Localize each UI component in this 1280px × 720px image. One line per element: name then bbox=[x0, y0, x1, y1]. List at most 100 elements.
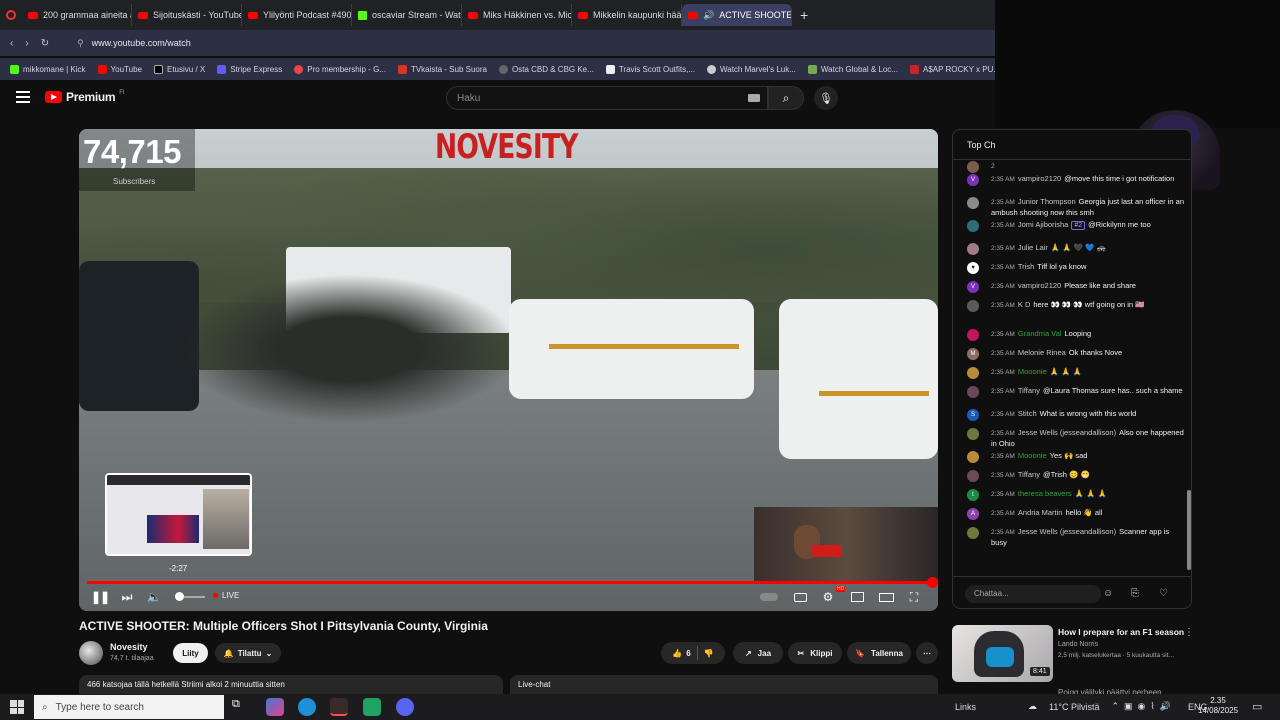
chat-header[interactable]: Top Ch bbox=[953, 130, 1191, 160]
chat-scrollbar[interactable] bbox=[1187, 490, 1191, 570]
bookmark-item[interactable]: Stripe Express bbox=[217, 64, 282, 74]
chat-avatar[interactable]: V bbox=[967, 281, 979, 293]
more-actions-button[interactable]: ⋯ bbox=[916, 642, 938, 664]
video-player[interactable]: 74,715 Subscribers NOVESITY -2:27 ❚❚ ⏭ 🔈… bbox=[79, 129, 938, 611]
chat-avatar[interactable]: V bbox=[967, 174, 979, 186]
subtitles-button[interactable] bbox=[793, 590, 807, 604]
weather-icon[interactable]: ☁ bbox=[1028, 701, 1037, 712]
search-input[interactable]: Haku bbox=[446, 86, 768, 110]
save-button[interactable]: 🔖 Tallenna bbox=[847, 642, 911, 664]
chat-message[interactable]: ♥ 2:35 AM Trish Tiff lol ya know bbox=[953, 262, 1185, 274]
bookmark-item[interactable]: A$AP ROCKY x PU... bbox=[909, 64, 995, 74]
bookmark-item[interactable]: YouTube bbox=[97, 64, 142, 74]
chat-author[interactable]: Andria Martin bbox=[1018, 508, 1063, 517]
description-box[interactable]: 466 katsojaa tällä hetkellä Striimi alko… bbox=[79, 675, 503, 695]
chat-author[interactable]: Mooonie bbox=[1018, 451, 1047, 460]
pause-button[interactable]: ❚❚ bbox=[91, 590, 110, 604]
browser-tab[interactable]: Miks Häkkinen vs. Michae bbox=[462, 4, 572, 26]
chat-message[interactable]: M 2:35 AM Melonie Rinea Ok thanks Nove bbox=[953, 348, 1185, 360]
chat-avatar[interactable] bbox=[967, 161, 979, 173]
chat-author[interactable]: Stitch bbox=[1018, 409, 1037, 418]
chat-message[interactable]: 2:35 AM Julie Lair 🙏 🙏 🖤 💙 🚓 bbox=[953, 243, 1185, 255]
chat-avatar[interactable]: t bbox=[967, 489, 979, 501]
chat-avatar[interactable] bbox=[967, 220, 979, 232]
back-icon[interactable]: ‹ bbox=[10, 38, 13, 49]
recommendation-channel[interactable]: Lando Norris bbox=[1058, 641, 1098, 648]
reload-icon[interactable]: ↻ bbox=[41, 38, 49, 49]
chat-author[interactable]: Tiffany bbox=[1018, 386, 1040, 395]
chat-message[interactable]: 2:35 AM Jesse Wells (jesseandallison) Also… bbox=[953, 428, 1185, 449]
chat-message[interactable]: 2:35 AM K Dhere 👀 👀 👀 wtf going on in 🇺🇸 bbox=[953, 300, 1185, 312]
chat-author[interactable]: Julie Lair bbox=[1018, 243, 1048, 252]
next-button[interactable]: ⏭ bbox=[120, 590, 134, 604]
volume-slider-thumb[interactable] bbox=[175, 592, 184, 601]
browser-tab[interactable]: oscaviar Stream - Watch L bbox=[352, 4, 462, 26]
settings-button[interactable]: ⚙ bbox=[821, 590, 835, 604]
chat-author[interactable]: Jesse Wells (jesseandallison) bbox=[1018, 527, 1116, 536]
browser-tab[interactable]: Ylilyönti Podcast #490 – Ul bbox=[242, 4, 352, 26]
share-button[interactable]: ↗ Jaa bbox=[733, 642, 783, 664]
chat-avatar[interactable] bbox=[967, 428, 979, 440]
taskbar-search-input[interactable]: ⌕ Type here to search bbox=[34, 695, 224, 719]
progress-bar[interactable] bbox=[87, 581, 931, 584]
windows-start-icon[interactable] bbox=[10, 700, 24, 714]
chat-message[interactable]: 2:35 AM Jomi Ajiborisha #2 @Rickilynn me to… bbox=[953, 220, 1185, 232]
browser-tab[interactable]: 200 grammaa aineita auto bbox=[22, 4, 132, 26]
copilot-icon[interactable] bbox=[266, 698, 284, 716]
live-indicator[interactable]: LIVE bbox=[213, 591, 239, 600]
chat-avatar[interactable] bbox=[967, 451, 979, 463]
mute-button[interactable]: 🔈 bbox=[147, 590, 162, 604]
keyboard-icon[interactable] bbox=[748, 94, 760, 102]
forward-icon[interactable]: › bbox=[25, 38, 28, 49]
bookmark-item[interactable]: Travis Scott Outfits,... bbox=[605, 64, 695, 74]
channel-avatar[interactable] bbox=[79, 641, 103, 665]
search-button[interactable]: ⌕ bbox=[768, 86, 804, 110]
recommendation-title[interactable]: How I prepare for an F1 season bbox=[1058, 627, 1184, 637]
chat-message[interactable]: 2:35 AM Mooonie Yes 🙌 sad bbox=[953, 451, 1185, 463]
chat-message[interactable]: A 2:35 AM Andria Martin hello 👋 all bbox=[953, 508, 1185, 520]
chat-message[interactable]: S 2:35 AM Stitch What is wrong with this wo… bbox=[953, 409, 1185, 421]
chat-message[interactable]: 2:35 AM Junior Thompson Georgia just last … bbox=[953, 197, 1185, 218]
chat-author[interactable]: Melonie Rinea bbox=[1018, 348, 1066, 357]
chat-avatar[interactable]: S bbox=[967, 409, 979, 421]
opera-icon[interactable] bbox=[330, 698, 348, 716]
bookmark-item[interactable]: Watch Marvel's Luk... bbox=[706, 64, 796, 74]
chat-avatar[interactable] bbox=[967, 470, 979, 482]
chat-avatar[interactable]: M bbox=[967, 348, 979, 360]
edge-icon[interactable] bbox=[298, 698, 316, 716]
chat-avatar[interactable] bbox=[967, 367, 979, 379]
clip-button[interactable]: ✂ Klippi bbox=[788, 642, 842, 664]
address-bar[interactable]: ⚲ www.youtube.com/watch bbox=[67, 33, 947, 53]
chat-author[interactable]: Junior Thompson bbox=[1018, 197, 1076, 206]
chat-author[interactable]: Grandma Val bbox=[1018, 329, 1062, 338]
bookmark-item[interactable]: Watch Global & Loc... bbox=[807, 64, 898, 74]
notifications-icon[interactable]: ▭ bbox=[1252, 700, 1262, 713]
chat-author[interactable]: vampiro2120 bbox=[1018, 281, 1061, 290]
task-view-icon[interactable]: ⧉ bbox=[232, 698, 250, 716]
chat-avatar[interactable] bbox=[967, 300, 979, 312]
chat-avatar[interactable] bbox=[967, 386, 979, 398]
browser-tab-active[interactable]: 🔊ACTIVE SHOOTER: M bbox=[682, 4, 792, 26]
dislike-button[interactable]: 👎 bbox=[704, 649, 714, 658]
like-button[interactable]: 👍 6 bbox=[672, 649, 690, 658]
chat-message[interactable]: 2 bbox=[953, 161, 1185, 173]
chat-message[interactable]: V 2:35 AM vampiro2120 Please like and share bbox=[953, 281, 1185, 293]
live-chat-toggle[interactable]: Live-chat bbox=[510, 675, 938, 695]
bookmark-item[interactable]: Osta CBD & CBG Ke... bbox=[499, 64, 594, 74]
app-icon[interactable] bbox=[363, 698, 381, 716]
chat-input[interactable]: Chattaa... bbox=[965, 585, 1101, 603]
bookmark-item[interactable]: TVkaista - Sub Suora bbox=[397, 64, 487, 74]
tray-icons[interactable]: ⌃▣◉⌇🔊 bbox=[1111, 701, 1176, 712]
chat-message[interactable]: 2:35 AM Grandma Val Looping bbox=[953, 329, 1185, 341]
bookmark-item[interactable]: Etusivu / X bbox=[153, 64, 205, 74]
youtube-premium-logo[interactable]: Premium FI bbox=[45, 90, 125, 104]
chat-author[interactable]: Tiffany bbox=[1018, 470, 1040, 479]
chat-message[interactable]: 2:35 AM Tiffany @Trish 😊 😁 bbox=[953, 470, 1185, 482]
chat-message[interactable]: t 2:35 AM theresa beavers 🙏 🙏 🙏 bbox=[953, 489, 1185, 501]
chat-message[interactable]: 2:35 AM Mooonie 🙏 🙏 🙏 bbox=[953, 367, 1185, 379]
chat-avatar[interactable] bbox=[967, 527, 979, 539]
channel-name[interactable]: Novesity bbox=[110, 642, 148, 652]
new-tab-button[interactable]: + bbox=[792, 7, 816, 23]
chat-avatar[interactable] bbox=[967, 243, 979, 255]
bookmark-item[interactable]: Pro membership - G... bbox=[294, 64, 386, 74]
